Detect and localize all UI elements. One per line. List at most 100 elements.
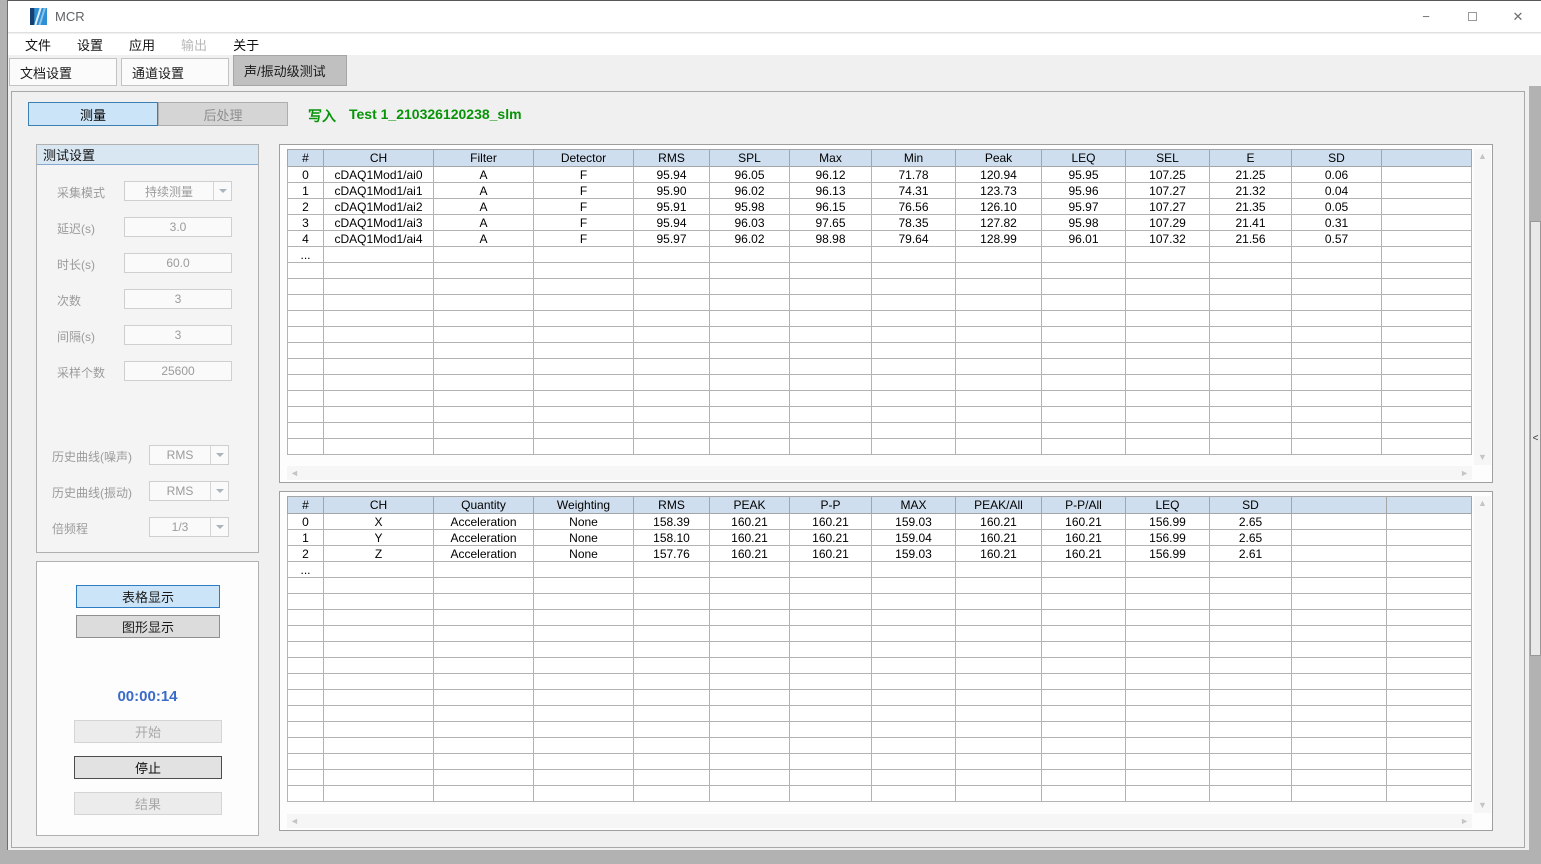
scroll-left-icon[interactable]: ◄	[287, 814, 302, 829]
scroll-up-icon[interactable]: ▲	[1475, 149, 1490, 164]
column-header: Quantity	[434, 497, 534, 514]
column-header: Min	[872, 150, 956, 167]
table-cell	[1387, 706, 1472, 722]
table-empty-row	[288, 263, 1472, 279]
menu-about[interactable]: 关于	[220, 35, 272, 54]
table-cell: 0	[288, 167, 324, 183]
menu-file[interactable]: 文件	[12, 35, 64, 54]
table-more-row[interactable]: ...	[288, 562, 1472, 578]
table-row[interactable]: 4cDAQ1Mod1/ai4AF95.9796.0298.9879.64128.…	[288, 231, 1472, 247]
table-cell	[1292, 722, 1387, 738]
table-cell	[634, 594, 710, 610]
menu-application[interactable]: 应用	[116, 35, 168, 54]
table-row[interactable]: 2cDAQ1Mod1/ai2AF95.9195.9896.1576.56126.…	[288, 199, 1472, 215]
history-curve-vibration-dropdown[interactable]: RMS	[149, 481, 229, 501]
table-display-button[interactable]: 表格显示	[76, 585, 220, 608]
duration-input[interactable]: 60.0	[124, 253, 232, 273]
start-button[interactable]: 开始	[74, 720, 222, 743]
chevron-down-icon[interactable]	[210, 482, 228, 500]
table-cell	[1210, 359, 1292, 375]
table-cell: cDAQ1Mod1/ai0	[324, 167, 434, 183]
panel-collapse-handle[interactable]: <	[1530, 221, 1541, 656]
chevron-down-icon[interactable]	[213, 182, 231, 200]
tab-document-settings[interactable]: 文档设置	[9, 58, 117, 86]
minimize-button[interactable]: −	[1403, 1, 1449, 32]
table-cell	[790, 391, 872, 407]
column-header: MAX	[872, 497, 956, 514]
chevron-down-icon[interactable]	[210, 518, 228, 536]
table-row[interactable]: 1YAccelerationNone158.10160.21160.21159.…	[288, 530, 1472, 546]
delay-input[interactable]: 3.0	[124, 217, 232, 237]
acquisition-mode-dropdown[interactable]: 持续测量	[124, 181, 232, 201]
table-cell	[956, 439, 1042, 455]
table-cell	[1382, 375, 1472, 391]
table-row[interactable]: 1cDAQ1Mod1/ai1AF95.9096.0296.1374.31123.…	[288, 183, 1472, 199]
vibration-table-hscrollbar[interactable]: ◄ ►	[287, 814, 1472, 828]
table-cell	[1387, 770, 1472, 786]
scroll-down-icon[interactable]: ▼	[1475, 450, 1490, 465]
table-row[interactable]: 0cDAQ1Mod1/ai0AF95.9496.0596.1271.78120.…	[288, 167, 1472, 183]
table-empty-row	[288, 439, 1472, 455]
table-cell	[1292, 658, 1387, 674]
table-cell: 159.03	[872, 546, 956, 562]
table-cell	[790, 690, 872, 706]
table-cell	[434, 263, 534, 279]
scroll-right-icon[interactable]: ►	[1457, 814, 1472, 829]
sound-table-hscrollbar[interactable]: ◄ ►	[287, 466, 1472, 480]
table-cell: 0.57	[1292, 231, 1382, 247]
column-header: Max	[790, 150, 872, 167]
scroll-down-icon[interactable]: ▼	[1475, 798, 1490, 813]
sound-table-vscrollbar[interactable]: ▲ ▼	[1474, 149, 1491, 465]
sample-count-input[interactable]: 25600	[124, 361, 232, 381]
tab-sound-vibration-test[interactable]: 声/振动级测试	[233, 55, 347, 86]
octave-dropdown[interactable]: 1/3	[149, 517, 229, 537]
title-bar: MCR − ✕	[8, 1, 1541, 33]
table-cell: 98.98	[790, 231, 872, 247]
field-label-history-curve-vibration: 历史曲线(振动)	[52, 484, 132, 501]
table-cell	[324, 642, 434, 658]
table-cell	[710, 407, 790, 423]
table-cell	[1387, 690, 1472, 706]
table-cell	[1042, 722, 1126, 738]
post-process-tab-button[interactable]: 后处理	[158, 102, 288, 126]
interval-input[interactable]: 3	[124, 325, 232, 345]
table-cell	[634, 658, 710, 674]
measure-tab-button[interactable]: 测量	[28, 102, 158, 126]
table-cell	[434, 327, 534, 343]
table-cell: 96.13	[790, 183, 872, 199]
vibration-table-vscrollbar[interactable]: ▲ ▼	[1474, 496, 1491, 813]
table-row[interactable]: 3cDAQ1Mod1/ai3AF95.9496.0397.6578.35127.…	[288, 215, 1472, 231]
table-row[interactable]: 0XAccelerationNone158.39160.21160.21159.…	[288, 514, 1472, 530]
table-cell	[1042, 375, 1126, 391]
table-cell	[1126, 311, 1210, 327]
table-cell	[1292, 786, 1387, 802]
menu-output[interactable]: 输出	[168, 35, 220, 54]
main-area: 测量 后处理 写入 Test 1_210326120238_slm 测试设置 采…	[8, 89, 1541, 851]
stop-button[interactable]: 停止	[74, 756, 222, 779]
table-cell: F	[534, 199, 634, 215]
scroll-right-icon[interactable]: ►	[1457, 466, 1472, 481]
table-cell	[1126, 770, 1210, 786]
table-cell	[1042, 562, 1126, 578]
close-button[interactable]: ✕	[1495, 1, 1541, 32]
graph-display-button[interactable]: 图形显示	[76, 615, 220, 638]
table-cell: 21.56	[1210, 231, 1292, 247]
tab-channel-settings[interactable]: 通道设置	[121, 58, 229, 86]
menu-settings[interactable]: 设置	[64, 35, 116, 54]
result-button[interactable]: 结果	[74, 792, 222, 815]
table-cell	[872, 626, 956, 642]
table-cell	[1292, 738, 1387, 754]
table-cell: A	[434, 183, 534, 199]
history-curve-noise-dropdown[interactable]: RMS	[149, 445, 229, 465]
scroll-up-icon[interactable]: ▲	[1475, 496, 1490, 511]
maximize-button[interactable]	[1449, 1, 1495, 32]
table-more-row[interactable]: ...	[288, 247, 1472, 263]
table-row[interactable]: 2ZAccelerationNone157.76160.21160.21159.…	[288, 546, 1472, 562]
times-input[interactable]: 3	[124, 289, 232, 309]
table-cell	[288, 610, 324, 626]
chevron-down-icon[interactable]	[210, 446, 228, 464]
scroll-left-icon[interactable]: ◄	[287, 466, 302, 481]
table-cell	[1042, 439, 1126, 455]
table-cell	[288, 311, 324, 327]
table-cell	[324, 247, 434, 263]
